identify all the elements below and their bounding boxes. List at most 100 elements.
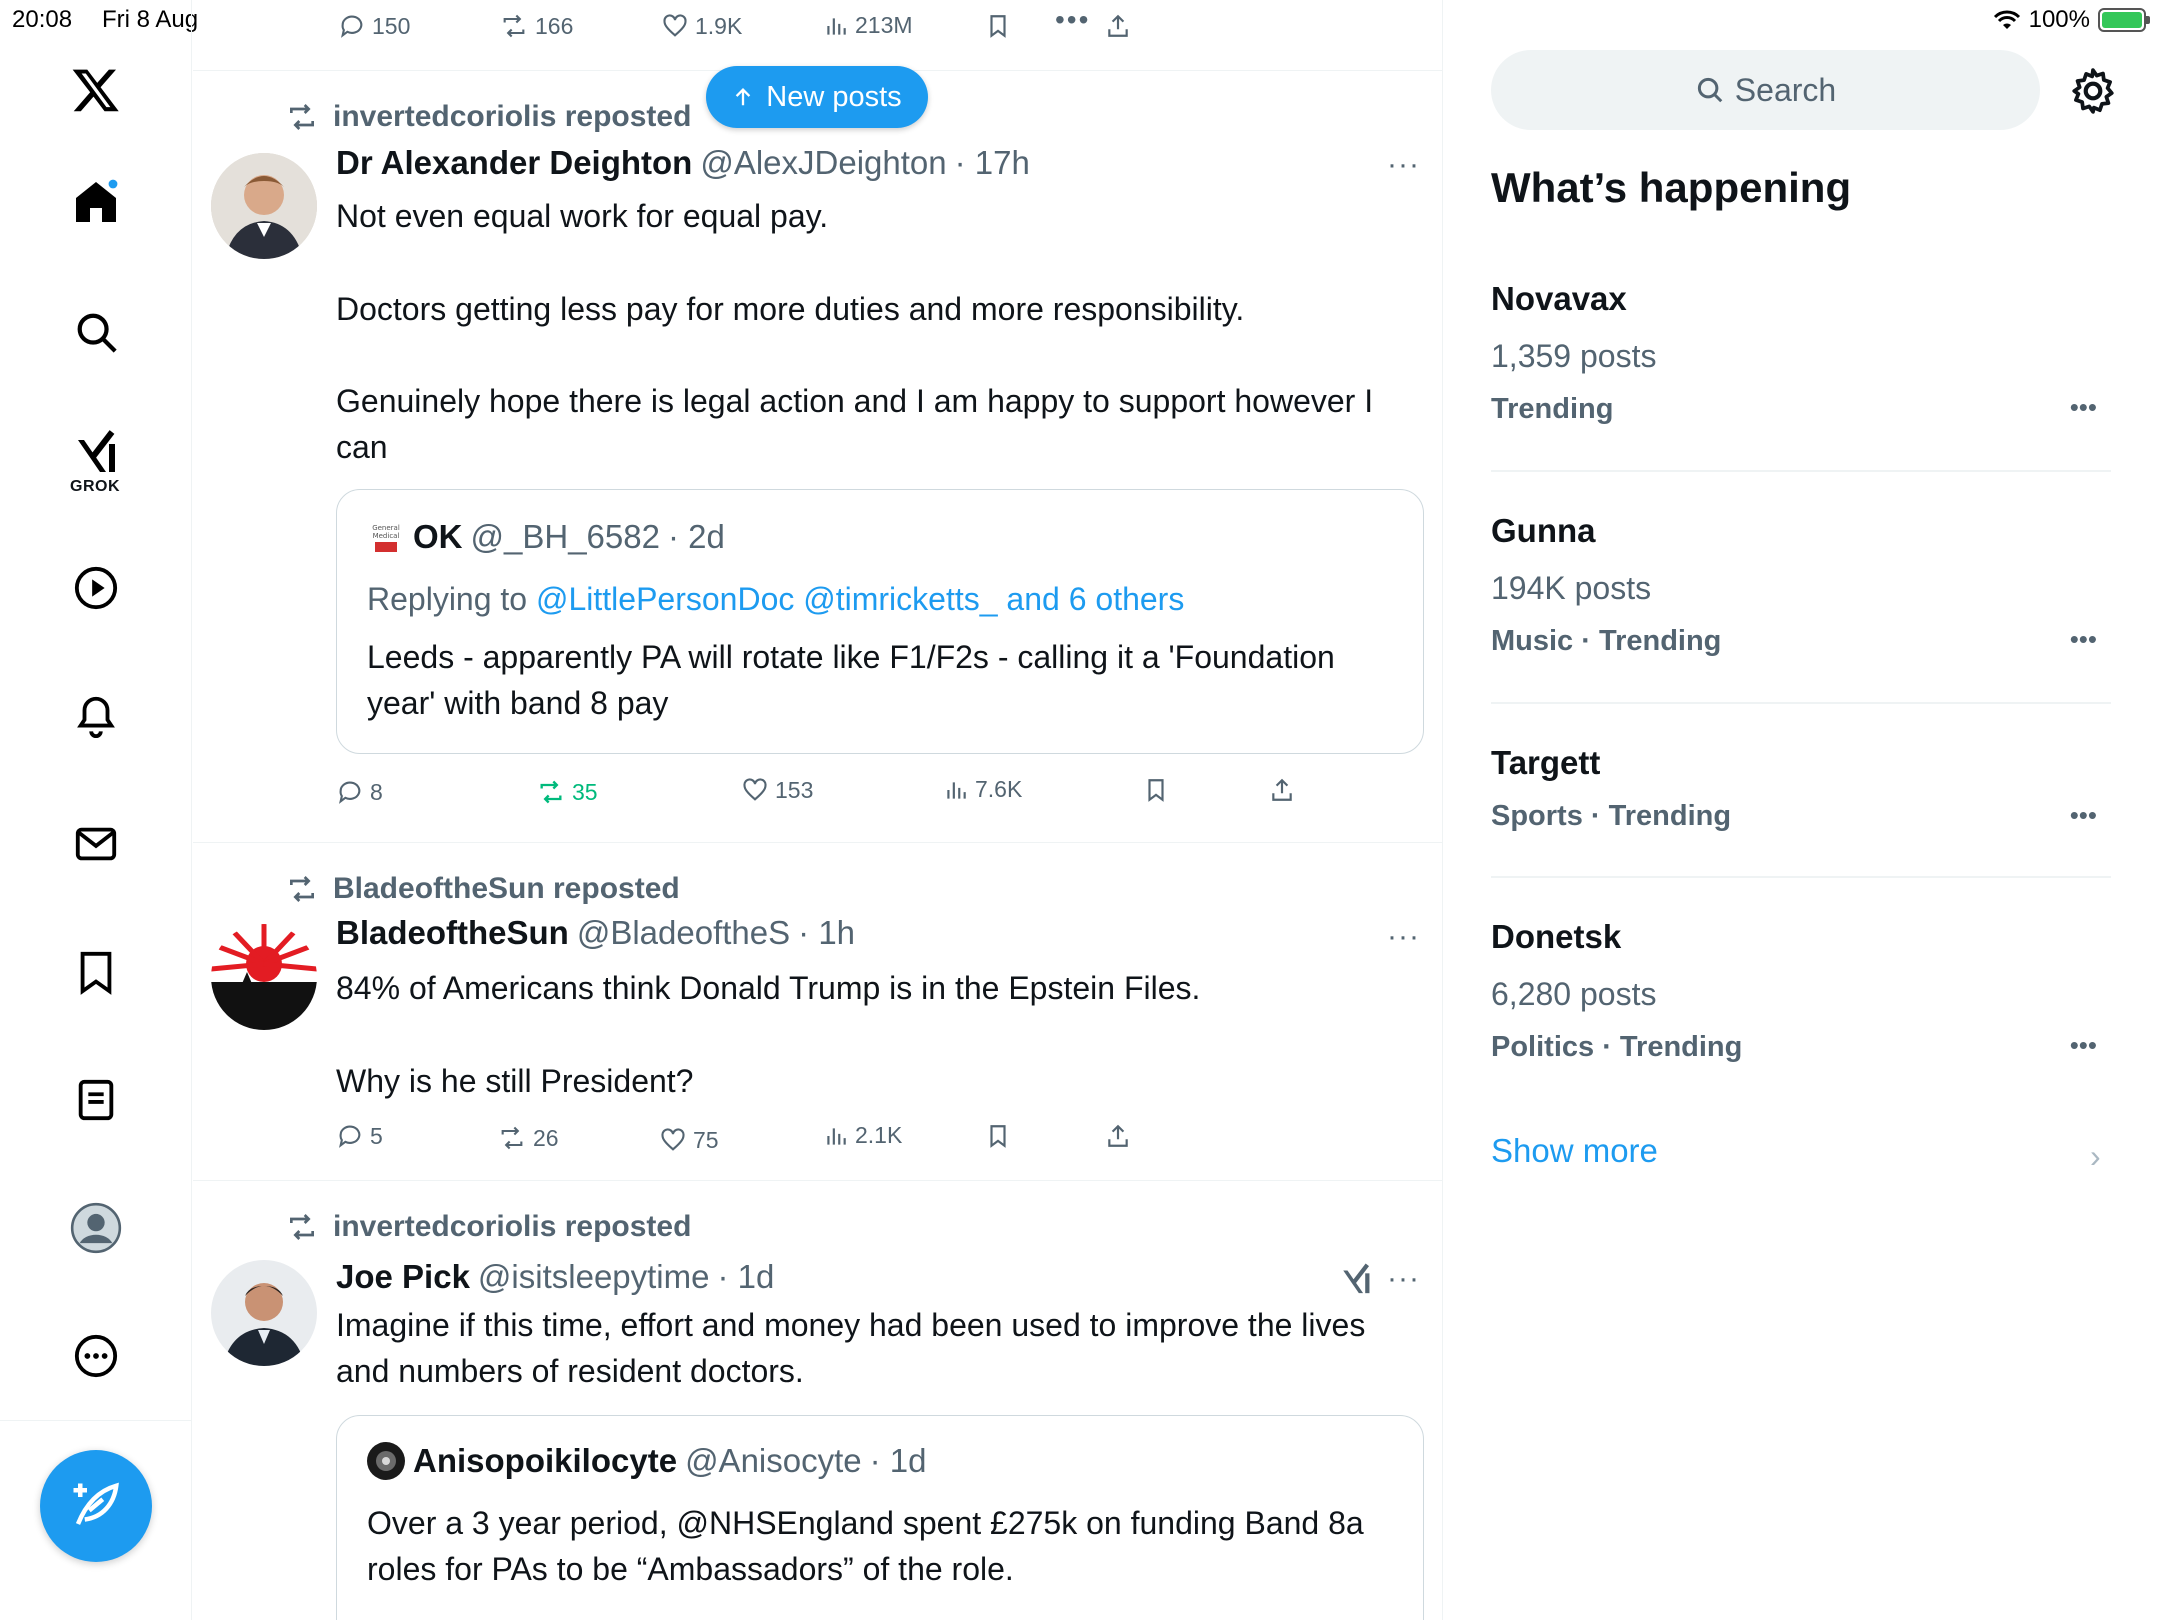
lists-icon[interactable] — [64, 1068, 128, 1132]
share-action[interactable] — [1105, 1122, 1131, 1150]
trend-posts: 1,359 posts — [1491, 338, 1657, 374]
author-handle[interactable]: @AlexJDeighton — [700, 144, 946, 182]
reply-action[interactable]: 150 — [338, 12, 410, 40]
trend-item[interactable]: Gunna 194K posts Music · Trending ••• — [1491, 512, 2111, 658]
post-divider — [193, 842, 1442, 843]
whats-happening-title: What’s happening — [1491, 164, 1852, 211]
avatar[interactable] — [211, 924, 317, 1030]
repost-action[interactable]: 166 — [499, 12, 573, 40]
bookmark-action[interactable] — [985, 12, 1011, 40]
author-name[interactable]: BladeoftheSun — [336, 914, 569, 952]
views-action[interactable]: 2.1K — [823, 1122, 902, 1149]
like-action[interactable]: 75 — [659, 1126, 719, 1154]
views-chart-icon — [947, 781, 966, 799]
repost-count: 26 — [533, 1124, 559, 1151]
repost-icon — [290, 876, 314, 902]
grok-icon[interactable] — [64, 420, 128, 484]
grok-explain-icon[interactable] — [1338, 1262, 1374, 1301]
bookmark-icon — [990, 1125, 1006, 1148]
heart-icon — [743, 778, 767, 801]
post-time[interactable]: · 1d — [718, 1258, 775, 1296]
video-play-icon[interactable] — [64, 556, 128, 620]
show-more-link[interactable]: Show more — [1491, 1132, 1658, 1170]
post-line: 84% of Americans think Donald Trump is i… — [336, 970, 1201, 1006]
x-logo-icon[interactable] — [64, 58, 128, 122]
profile-avatar-icon[interactable] — [64, 1196, 128, 1260]
repost-count: 35 — [572, 778, 598, 805]
search-icon[interactable] — [64, 300, 128, 364]
heart-icon — [661, 1128, 685, 1151]
more-dots-icon[interactable]: ••• — [1055, 4, 1090, 36]
repost-icon — [290, 1214, 314, 1240]
quote-author-handle[interactable]: @_BH_6582 — [471, 518, 660, 556]
quote-author-name[interactable]: OK — [413, 518, 463, 556]
quote-time: · 2d — [667, 518, 725, 555]
trend-divider — [1491, 876, 2111, 878]
trend-more-icon[interactable]: ••• — [2070, 1030, 2097, 1061]
trend-more-icon[interactable]: ••• — [2070, 800, 2097, 831]
post-line: Why is he still President? — [336, 1063, 694, 1099]
views-chart-icon — [827, 17, 846, 35]
bookmarks-icon[interactable] — [64, 940, 128, 1004]
trend-more-icon[interactable]: ••• — [2070, 624, 2097, 655]
replying-to-users[interactable]: @LittlePersonDoc @timricketts_ and 6 oth… — [536, 581, 1184, 617]
repost-icon — [290, 104, 314, 130]
quote-author-handle[interactable]: @Anisocyte — [685, 1442, 862, 1480]
post-divider — [193, 1180, 1442, 1181]
repost-action[interactable]: 35 — [536, 778, 598, 806]
author-handle[interactable]: @isitsleepytime — [478, 1258, 710, 1296]
quoted-post[interactable]: General Medical OK @_BH_6582 · 2d Replyin… — [336, 489, 1424, 754]
bookmark-icon — [1148, 779, 1164, 802]
wifi-icon — [1993, 10, 2020, 29]
post-more-icon[interactable]: ··· — [1387, 1262, 1420, 1296]
repost-icon — [503, 14, 525, 38]
reply-action[interactable]: 5 — [336, 1122, 383, 1150]
author-handle[interactable]: @BladeoftheS — [577, 914, 790, 952]
trend-more-icon[interactable]: ••• — [2070, 392, 2097, 423]
heart-icon — [663, 14, 687, 37]
repost-context: BladeoftheSun reposted — [285, 872, 680, 906]
post-time[interactable]: · 1h — [798, 914, 855, 952]
like-count: 1.9K — [695, 12, 743, 39]
bookmark-icon — [990, 15, 1006, 38]
new-posts-button[interactable]: New posts — [706, 66, 928, 128]
avatar[interactable] — [211, 153, 317, 259]
chevron-right-icon[interactable]: › — [2090, 1138, 2101, 1175]
quote-text: Leeds - apparently PA will rotate like F… — [367, 639, 1335, 721]
like-action[interactable]: 1.9K — [661, 12, 742, 40]
trend-item[interactable]: Novavax 1,359 posts Trending ••• — [1491, 280, 2111, 426]
like-action[interactable]: 153 — [741, 776, 813, 804]
quoted-post[interactable]: Anisopoikilocyte @Anisocyte · 1d Over a … — [336, 1415, 1424, 1620]
author-name[interactable]: Dr Alexander Deighton — [336, 144, 692, 182]
compose-post-button[interactable] — [40, 1450, 152, 1562]
quote-author-name[interactable]: Anisopoikilocyte — [413, 1442, 677, 1480]
more-options-icon[interactable] — [64, 1324, 128, 1388]
repost-action[interactable]: 26 — [497, 1124, 559, 1152]
share-action[interactable] — [1105, 12, 1131, 40]
search-input[interactable]: Search — [1491, 50, 2040, 130]
post-header: Dr Alexander Deighton @AlexJDeighton · 1… — [336, 144, 1030, 182]
notifications-bell-icon[interactable] — [64, 684, 128, 748]
views-action[interactable]: 213M — [823, 12, 913, 39]
messages-envelope-icon[interactable] — [64, 812, 128, 876]
repost-context: invertedcoriolis reposted — [285, 100, 691, 134]
trend-item[interactable]: Donetsk 6,280 posts Politics · Trending … — [1491, 918, 2111, 1064]
post-time[interactable]: · 17h — [955, 144, 1030, 182]
post-more-icon[interactable]: ··· — [1387, 920, 1420, 954]
bookmark-action[interactable] — [1143, 776, 1169, 804]
trend-category: Music · Trending — [1491, 625, 1722, 657]
post-more-icon[interactable]: ··· — [1387, 148, 1420, 182]
arrow-up-icon — [736, 88, 751, 106]
post-line: Doctors getting less pay for more duties… — [336, 291, 1245, 327]
author-name[interactable]: Joe Pick — [336, 1258, 470, 1296]
views-action[interactable]: 7.6K — [943, 776, 1022, 803]
trend-item[interactable]: Targett Sports · Trending ••• — [1491, 744, 2111, 833]
settings-gear-icon[interactable] — [2068, 66, 2118, 116]
share-icon — [1108, 1124, 1128, 1147]
grok-label: GROK — [70, 478, 120, 495]
avatar[interactable] — [211, 1260, 317, 1366]
share-action[interactable] — [1269, 776, 1295, 804]
bookmark-action[interactable] — [985, 1122, 1011, 1150]
home-icon[interactable] — [64, 170, 128, 234]
reply-action[interactable]: 8 — [336, 778, 383, 806]
